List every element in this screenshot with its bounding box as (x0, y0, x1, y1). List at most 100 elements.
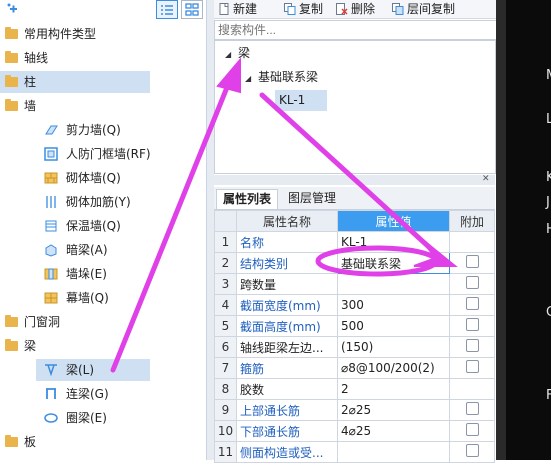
tree-item[interactable]: 柱 (0, 71, 150, 93)
list-view-icon[interactable] (156, 0, 178, 19)
property-row[interactable]: 9 上部通长筋 2⌀25 (214, 399, 495, 421)
folder-icon (5, 27, 18, 39)
search-component-input[interactable] (214, 20, 502, 40)
property-extra (449, 315, 495, 337)
property-name: 截面高度(mm) (236, 315, 338, 337)
property-value[interactable]: 300 (337, 294, 450, 316)
folder-icon (5, 435, 18, 447)
plus-icon[interactable] (6, 2, 20, 16)
tree-item[interactable]: 常用构件类型 (0, 23, 150, 45)
tree-item[interactable]: 暗梁(A) (36, 239, 150, 261)
scrollbar[interactable] (496, 0, 506, 460)
tree-item-label: 人防门框墙(RF) (66, 147, 151, 161)
tree-item[interactable]: 人防门框墙(RF) (36, 143, 151, 165)
extra-checkbox[interactable] (465, 339, 479, 352)
property-value[interactable] (337, 441, 450, 463)
property-value[interactable]: (150) (337, 336, 450, 358)
collapse-triangle-icon[interactable]: ◢ (225, 50, 231, 59)
row-index: 6 (214, 336, 237, 358)
property-value[interactable]: 500 (337, 315, 450, 337)
tree-node-label: 梁 (237, 46, 250, 60)
close-icon[interactable]: ✕ (482, 174, 490, 184)
tree-item-label: 柱 (24, 75, 37, 89)
component-list-tree: ◢ 梁 ◢ 基础联系梁 KL-1 (214, 40, 496, 174)
property-row[interactable]: 6 轴线距梁左边... (150) (214, 336, 495, 358)
tree-item[interactable]: 连梁(G) (36, 383, 150, 405)
property-row[interactable]: 4 截面宽度(mm) 300 (214, 294, 495, 316)
property-row[interactable]: 7 箍筋 ⌀8@100/200(2) (214, 357, 495, 379)
tree-item[interactable]: 梁(L) (36, 359, 150, 381)
property-extra (449, 252, 495, 274)
extra-checkbox[interactable] (465, 276, 479, 289)
property-value[interactable]: 4⌀25 (337, 420, 450, 442)
tree-item[interactable]: 梁 (0, 335, 150, 357)
extra-checkbox[interactable] (465, 255, 479, 268)
collapse-triangle-icon[interactable]: ◢ (245, 74, 251, 83)
property-panel-titlebar: ✕ (214, 174, 495, 185)
tree-item[interactable]: 砌体墙(Q) (36, 167, 150, 189)
extra-checkbox[interactable] (465, 297, 479, 310)
column-header-extra: 附加 (449, 210, 495, 232)
floor-copy-button[interactable]: 层间复制 (392, 1, 455, 17)
property-row[interactable]: 5 截面高度(mm) 500 (214, 315, 495, 337)
extra-checkbox[interactable] (465, 318, 479, 331)
property-value[interactable]: 2⌀25 (337, 399, 450, 421)
property-extra (449, 441, 495, 463)
tab-property-list[interactable]: 属性列表 (216, 189, 279, 209)
tree-node-beam-root[interactable]: ◢ 梁 (225, 44, 250, 62)
property-value[interactable]: 基础联系梁 (337, 252, 450, 274)
extra-checkbox[interactable] (465, 423, 479, 436)
property-extra (449, 420, 495, 442)
tree-item[interactable]: 轴线 (0, 47, 150, 69)
tree-item[interactable]: 圈梁(E) (36, 407, 150, 429)
tree-node-foundation-tie-beam[interactable]: ◢ 基础联系梁 (245, 68, 318, 86)
extra-checkbox[interactable] (465, 402, 479, 415)
tree-item[interactable]: 幕墙(Q) (36, 287, 150, 309)
property-value[interactable]: KL-1 (337, 231, 450, 253)
row-index: 4 (214, 294, 237, 316)
tree-item-label: 暗梁(A) (66, 243, 108, 257)
grid-view-icon[interactable] (181, 0, 203, 19)
tree-item[interactable]: 剪力墙(Q) (36, 119, 150, 141)
new-file-icon (219, 3, 229, 15)
row-index: 9 (214, 399, 237, 421)
property-extra (449, 336, 495, 358)
property-name: 侧面构造或受... (236, 441, 338, 463)
folder-icon (5, 315, 18, 327)
tree-item[interactable]: 板 (0, 431, 150, 453)
new-button[interactable]: 新建 (218, 1, 257, 17)
tree-item[interactable]: 墙垛(E) (36, 263, 150, 285)
tab-layer-management[interactable]: 图层管理 (282, 189, 342, 208)
folder-icon (5, 339, 18, 351)
property-name: 结构类别 (236, 252, 338, 274)
extra-checkbox[interactable] (465, 444, 479, 457)
row-index: 3 (214, 273, 237, 295)
property-extra (449, 399, 495, 421)
tree-node-kl1[interactable]: KL-1 (275, 90, 327, 111)
tree-item[interactable]: 墙 (0, 95, 150, 117)
tree-item[interactable]: 保温墙(Q) (36, 215, 150, 237)
row-index: 5 (214, 315, 237, 337)
folder-icon (5, 75, 18, 87)
property-row[interactable]: 1 名称 KL-1 (214, 231, 495, 253)
property-value[interactable]: ⌀8@100/200(2) (337, 357, 450, 379)
component-type-tree: 常用构件类型 轴线柱墙剪力墙(Q) 人防门框墙(RF) 砌体墙(Q) 砌体加筋(Y) 保温… (0, 0, 207, 460)
property-row[interactable]: 8 胶数 2 (214, 378, 495, 400)
background-window-letter: J (546, 195, 550, 210)
delete-button[interactable]: 删除 (336, 1, 375, 17)
property-grid: 属性名称 属性值 附加 1 名称 KL-1 2 结构类别 基础联系梁 3 跨数量 4 截面宽度(m… (214, 210, 495, 463)
property-value[interactable]: 2 (337, 378, 450, 400)
property-row[interactable]: 2 结构类别 基础联系梁 (214, 252, 495, 274)
extra-checkbox[interactable] (465, 360, 479, 373)
property-value[interactable] (337, 273, 450, 295)
row-index: 11 (214, 441, 237, 463)
tree-item[interactable]: 砌体加筋(Y) (36, 191, 150, 213)
property-row[interactable]: 3 跨数量 (214, 273, 495, 295)
property-row[interactable]: 10 下部通长筋 4⌀25 (214, 420, 495, 442)
door-frame-wall-icon (44, 147, 58, 161)
property-row[interactable]: 11 侧面构造或受... (214, 441, 495, 463)
copy-button[interactable]: 复制 (284, 1, 323, 17)
delete-icon (336, 3, 348, 15)
tree-item[interactable]: 门窗洞 (0, 311, 150, 333)
splitter[interactable] (207, 0, 214, 460)
